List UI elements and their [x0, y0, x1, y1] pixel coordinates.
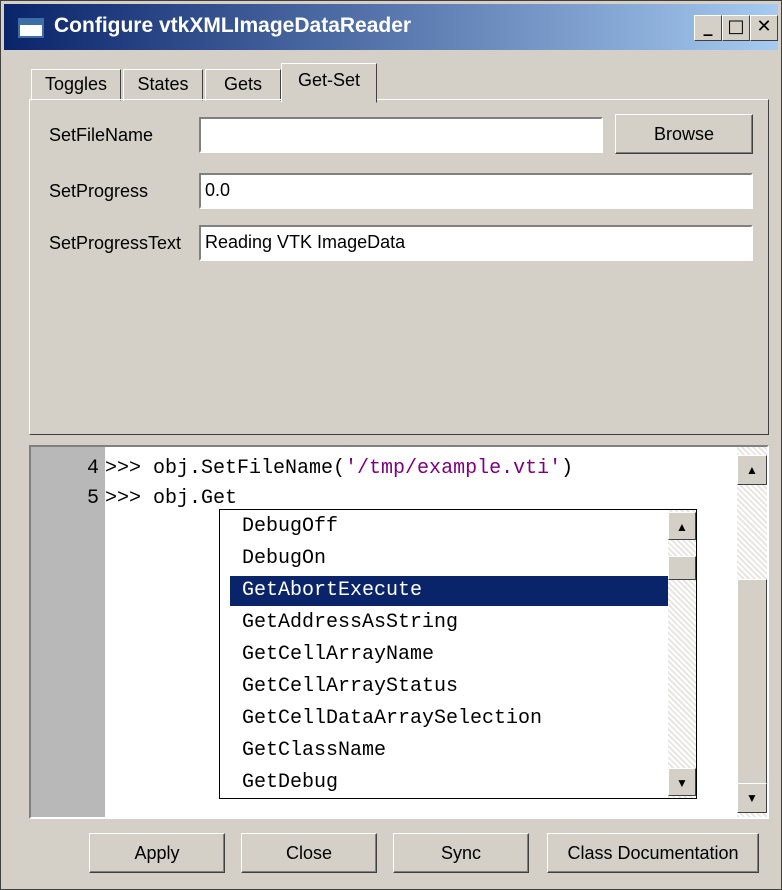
code-string: '/tmp/example.vti'	[345, 457, 562, 480]
close-window-button[interactable]: ✕	[750, 15, 778, 41]
tab-states[interactable]: States	[123, 69, 203, 101]
console-line: >>> obj.SetFileName('/tmp/example.vti')	[105, 457, 573, 480]
setfilename-label: SetFileName	[49, 125, 154, 145]
scroll-down-arrow-icon[interactable]: ▼	[668, 768, 696, 796]
autocomplete-item[interactable]: GetDebug	[230, 768, 660, 798]
scroll-thumb[interactable]	[737, 579, 767, 785]
autocomplete-item[interactable]: DebugOn	[230, 544, 660, 574]
configure-window: Configure vtkXMLImageDataReader _ □ ✕ To…	[0, 0, 782, 890]
tab-get-set[interactable]: Get-Set	[281, 63, 377, 103]
window-title: Configure vtkXMLImageDataReader	[54, 14, 412, 37]
setprogresstext-label: SetProgressText	[49, 233, 182, 253]
line-number: 5	[86, 487, 99, 510]
autocomplete-item[interactable]: DebugOff	[230, 512, 660, 542]
window-icon	[18, 18, 44, 38]
sync-button[interactable]: Sync	[393, 833, 529, 873]
prompt: >>>	[105, 457, 154, 480]
code-text: obj.Get	[153, 487, 238, 510]
autocomplete-popup[interactable]: DebugOff DebugOn GetAbortExecute GetAddr…	[219, 509, 697, 799]
autocomplete-item[interactable]: GetCellArrayName	[230, 640, 660, 670]
setprogresstext-input[interactable]: Reading VTK ImageData	[199, 225, 753, 261]
prompt: >>>	[105, 487, 154, 510]
tab-gets[interactable]: Gets	[205, 69, 281, 101]
autocomplete-item-selected[interactable]: GetAbortExecute	[230, 576, 668, 606]
autocomplete-item[interactable]: GetAddressAsString	[230, 608, 660, 638]
setprogress-label: SetProgress	[49, 181, 149, 201]
minimize-button[interactable]: _	[694, 15, 722, 41]
title-bar[interactable]: Configure vtkXMLImageDataReader _ □ ✕	[4, 4, 778, 50]
scroll-thumb[interactable]	[668, 556, 696, 580]
code-text: obj.SetFileName(	[153, 457, 346, 480]
console-scrollbar[interactable]: ▲ ▼	[737, 447, 767, 817]
scroll-down-arrow-icon[interactable]: ▼	[737, 783, 767, 813]
tab-toggles[interactable]: Toggles	[31, 69, 121, 101]
maximize-button[interactable]: □	[722, 15, 750, 41]
autocomplete-item[interactable]: GetCellArrayStatus	[230, 672, 660, 702]
scroll-up-arrow-icon[interactable]: ▲	[737, 455, 767, 485]
line-number: 4	[86, 457, 99, 480]
browse-button[interactable]: Browse	[615, 114, 753, 154]
setfilename-input[interactable]	[199, 117, 603, 153]
close-button[interactable]: Close	[241, 833, 377, 873]
apply-button[interactable]: Apply	[89, 833, 225, 873]
class-documentation-button[interactable]: Class Documentation	[547, 833, 759, 873]
console-line: >>> obj.Get	[105, 487, 237, 510]
code-suffix: )	[561, 457, 574, 480]
autocomplete-item[interactable]: GetCellDataArraySelection	[230, 704, 660, 734]
scroll-up-arrow-icon[interactable]: ▲	[668, 512, 696, 540]
autocomplete-item[interactable]: GetClassName	[230, 736, 660, 766]
autocomplete-scrollbar[interactable]: ▲ ▼	[668, 510, 696, 798]
setprogress-input[interactable]: 0.0	[199, 173, 753, 209]
